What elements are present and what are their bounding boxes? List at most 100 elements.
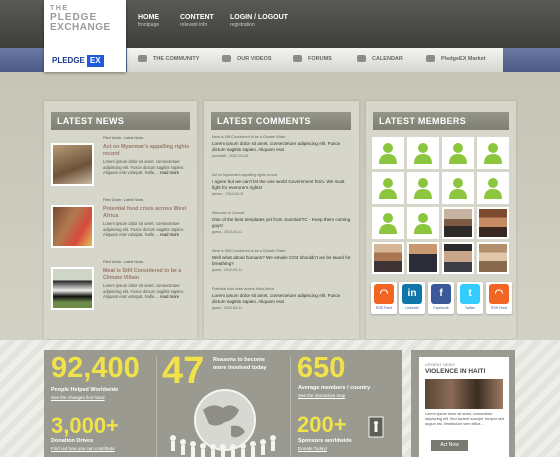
stat-people-helped-value: 92,400 — [51, 352, 140, 384]
facebook-label: Facebook — [433, 306, 449, 310]
member-photo[interactable] — [372, 242, 404, 274]
stat-members-country-link[interactable]: See the interactive map — [298, 393, 345, 398]
nav-home-sub: frontpage — [138, 22, 160, 28]
community-icon — [138, 55, 147, 62]
news-title[interactable]: Potential food crisis across West Africa — [103, 206, 191, 220]
comment-topic[interactable]: Act on Myanmar's appalling rights record — [212, 173, 352, 177]
nav-login[interactable]: LOGIN / LOGOUT registration — [230, 14, 288, 28]
member-avatar[interactable] — [442, 137, 474, 169]
stat-donation-drives-label: Donation Drives — [51, 438, 94, 444]
comment-body: Lorem ipsum dolor sit amet, consectetuer… — [212, 141, 341, 152]
act-now-button[interactable]: Act Now — [431, 440, 468, 451]
stat-donation-drives-link[interactable]: Find out how you can contribute — [51, 446, 115, 451]
read-more-link[interactable]: read more — [160, 170, 179, 175]
subnav-market-label: PledgeEX Market — [441, 55, 486, 62]
comment-item[interactable]: Meat is Still Considered to be a Climate… — [212, 249, 352, 272]
stat-people-helped-link[interactable]: See the changes first hand — [51, 395, 105, 400]
default-avatar-icon — [444, 139, 472, 167]
linkedin-label: LinkedIn — [405, 306, 419, 310]
news-filed-under: Filed Under: Latest News — [103, 198, 144, 202]
news-title[interactable]: Act on Myanmar's appalling rights record — [103, 144, 191, 158]
comment-item[interactable]: Meat is Still Considered to be a Climate… — [212, 135, 352, 158]
rss-icon: ◠ — [489, 284, 509, 304]
subnav-community[interactable]: THE COMMUNITY — [138, 55, 199, 62]
latest-news-panel: LATEST NEWS Filed Under: Latest News Act… — [44, 101, 197, 339]
urgent-news-kicker: URGENT NEWS — [425, 362, 455, 367]
stat-sponsors-label: Sponsors worldwide — [298, 438, 352, 444]
forum-icon — [293, 55, 302, 62]
nav-content-label: CONTENT — [180, 14, 214, 21]
site-logo[interactable]: THE PLEDGE EXCHANGE PLEDGE EX — [44, 0, 126, 72]
member-avatar[interactable] — [372, 137, 404, 169]
subnav-videos-label: OUR VIDEOS — [237, 55, 272, 62]
subnav-market[interactable]: PledgeEX Market — [426, 55, 486, 62]
subnav-calendar[interactable]: CALENDAR — [357, 55, 403, 62]
comment-topic[interactable]: Welcome to Joomla! — [212, 211, 352, 215]
member-avatar[interactable] — [407, 137, 439, 169]
nav-home[interactable]: HOME frontpage — [138, 14, 159, 28]
default-avatar-icon — [374, 139, 402, 167]
twitter-icon: t — [460, 284, 480, 304]
facebook-button[interactable]: f Facebook — [428, 282, 454, 314]
member-avatar[interactable] — [477, 137, 509, 169]
stat-people-helped-label: People Helped Worldwide — [51, 387, 119, 393]
rss-feed-button-2[interactable]: ◠ RSS Feed — [486, 282, 512, 314]
nav-login-label: LOGIN / LOGOUT — [230, 14, 288, 21]
member-photo[interactable] — [477, 242, 509, 274]
comment-author: guest - 2010-04-11 — [212, 306, 243, 310]
news-title[interactable]: Meat is Still Considered to be a Climate… — [103, 268, 191, 282]
logo-text-exchange: EXCHANGE — [50, 22, 111, 33]
news-thumbnail[interactable] — [51, 205, 94, 248]
member-avatar[interactable] — [477, 172, 509, 204]
linkedin-button[interactable]: in LinkedIn — [399, 282, 425, 314]
read-more-link[interactable]: read more — [160, 294, 179, 299]
subnav-community-label: THE COMMUNITY — [153, 55, 200, 62]
urgent-news-text: Lorem ipsum dolor sit amet, consectetur … — [425, 412, 505, 427]
video-icon — [222, 55, 231, 62]
comment-topic[interactable]: Meat is Still Considered to be a Climate… — [212, 249, 352, 253]
latest-comments-panel: LATEST COMMENTS Meat is Still Considered… — [204, 101, 359, 339]
member-avatar[interactable] — [372, 172, 404, 204]
latest-comments-heading: LATEST COMMENTS — [211, 112, 351, 130]
news-excerpt: Lorem ipsum dolor sit amet, consectetuer… — [103, 283, 193, 300]
comment-author: joomlakit - 2010-03-28 — [212, 154, 248, 158]
default-avatar-icon — [444, 174, 472, 202]
member-photo[interactable] — [477, 207, 509, 239]
stat-members-country-value: 650 — [297, 352, 346, 384]
urgent-news-photo[interactable] — [425, 379, 503, 409]
member-photo[interactable] — [442, 207, 474, 239]
news-thumbnail[interactable] — [51, 143, 94, 186]
subnav-forums[interactable]: FORUMS — [293, 55, 332, 62]
member-avatar[interactable] — [442, 172, 474, 204]
member-avatar[interactable] — [407, 172, 439, 204]
member-avatar[interactable] — [372, 207, 404, 239]
comment-author: jaxhex - 2010-04-11 — [212, 192, 244, 196]
nav-content[interactable]: CONTENT relevant info — [180, 14, 214, 28]
logo-brand-pledge: PLEDGE — [52, 56, 85, 65]
member-avatar[interactable] — [407, 207, 439, 239]
member-photo[interactable] — [407, 242, 439, 274]
comment-item[interactable]: Welcome to Joomla! One of the best templ… — [212, 211, 352, 234]
comment-topic[interactable]: Potential food crisis across West Africa — [212, 287, 352, 291]
comment-body: I agree but we can't let the one world G… — [212, 179, 345, 190]
default-avatar-icon — [409, 174, 437, 202]
comment-item[interactable]: Act on Myanmar's appalling rights record… — [212, 173, 352, 196]
sub-nav: THE COMMUNITY OUR VIDEOS FORUMS CALENDAR… — [127, 48, 503, 72]
subnav-videos[interactable]: OUR VIDEOS — [222, 55, 272, 62]
comment-author: guest - 2010-04-11 — [212, 268, 243, 272]
facebook-icon: f — [431, 284, 451, 304]
default-avatar-icon — [409, 139, 437, 167]
read-more-link[interactable]: read more — [160, 232, 179, 237]
news-thumbnail[interactable] — [51, 267, 94, 310]
stat-sponsors-link[interactable]: Donate Today! — [298, 446, 327, 451]
comment-topic[interactable]: Meat is Still Considered to be a Climate… — [212, 135, 352, 139]
comment-body: Lorem ipsum dolor sit amet, consectetuer… — [212, 293, 341, 304]
urgent-news-headline[interactable]: VIOLENCE IN HAITI — [425, 368, 485, 375]
logo-brand-ex: EX — [86, 55, 104, 67]
nav-home-label: HOME — [138, 14, 159, 21]
urgent-news-card: URGENT NEWS VIOLENCE IN HAITI Lorem ipsu… — [419, 357, 509, 457]
twitter-button[interactable]: t Twitter — [457, 282, 483, 314]
comment-item[interactable]: Potential food crisis across West Africa… — [212, 287, 352, 310]
rss-feed-button[interactable]: ◠ RSS Feed — [371, 282, 397, 314]
member-photo[interactable] — [442, 242, 474, 274]
